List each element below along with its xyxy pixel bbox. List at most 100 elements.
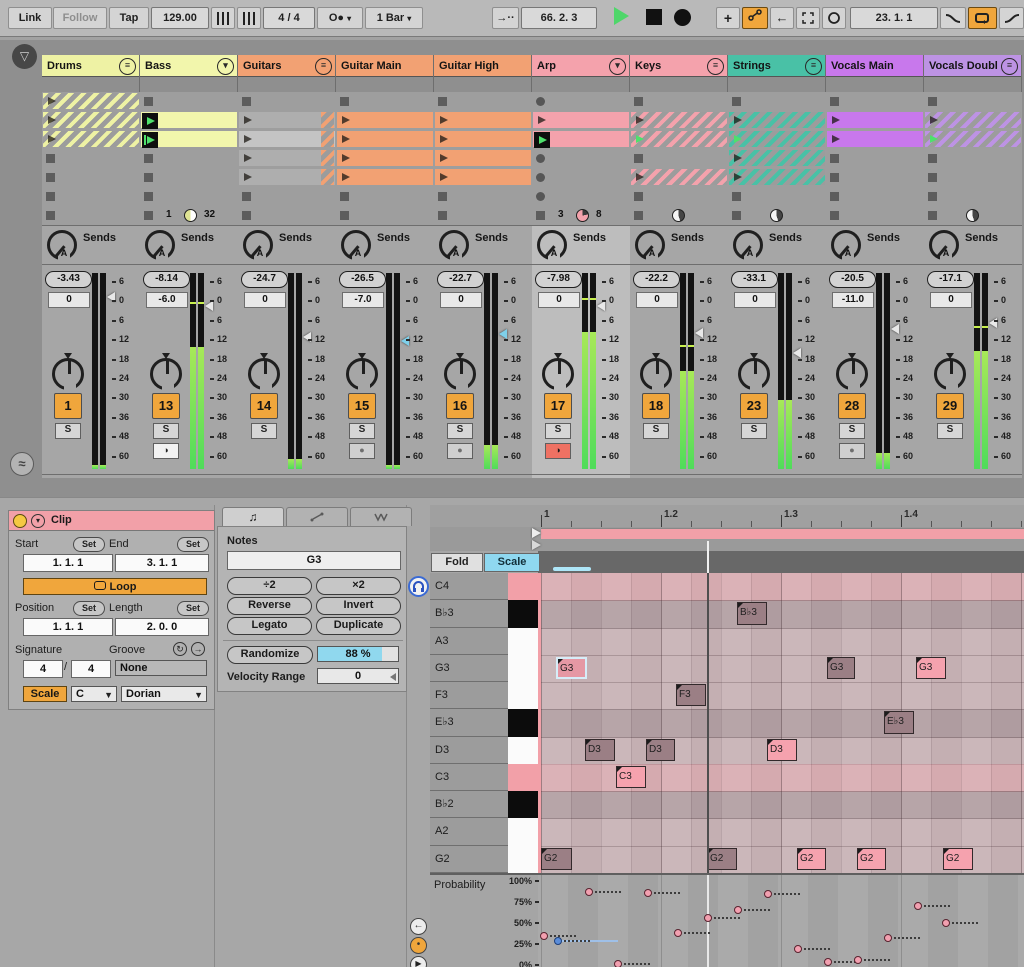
pan-value-field[interactable]: -7.0: [342, 292, 384, 308]
tempo-field[interactable]: 129.00: [151, 7, 209, 29]
loop-button[interactable]: [968, 7, 997, 29]
midi-note[interactable]: G2: [541, 848, 572, 870]
midi-note[interactable]: G3: [827, 657, 855, 679]
midi-note[interactable]: D3: [767, 739, 797, 761]
clip-slot[interactable]: [728, 206, 826, 226]
clip[interactable]: [925, 131, 1021, 147]
clip-slot[interactable]: [728, 111, 826, 131]
fold-button[interactable]: Fold: [431, 553, 483, 572]
clip-slot[interactable]: [42, 130, 140, 150]
piano-key[interactable]: [508, 682, 538, 710]
probability-plot[interactable]: [538, 875, 1024, 967]
clip-slot[interactable]: [42, 187, 140, 207]
pan-value-field[interactable]: -6.0: [146, 292, 188, 308]
midi-note[interactable]: G2: [707, 848, 737, 870]
clip-slot[interactable]: [826, 168, 924, 188]
groove-select[interactable]: None: [115, 660, 207, 676]
clip[interactable]: [533, 112, 629, 128]
punch-button[interactable]: [822, 7, 846, 29]
track-activate-button[interactable]: 28: [838, 393, 866, 419]
clip[interactable]: [337, 131, 433, 147]
double-time-button[interactable]: ×2: [316, 577, 401, 595]
halve-time-button[interactable]: ÷2: [227, 577, 312, 595]
follow-button[interactable]: Follow: [53, 7, 107, 29]
clip-slot[interactable]: [532, 92, 630, 112]
clip-slot[interactable]: [630, 149, 728, 169]
arm-button[interactable]: ●: [349, 443, 375, 459]
group-menu-icon[interactable]: ≡: [315, 58, 332, 75]
send-a-knob[interactable]: A: [439, 230, 469, 260]
fold-icon[interactable]: ▾: [217, 58, 234, 75]
probability-dot[interactable]: [644, 889, 652, 897]
volume-fader-handle[interactable]: [891, 324, 899, 334]
clip-slot[interactable]: [924, 206, 1022, 226]
tap-tempo-button[interactable]: Tap: [109, 7, 149, 29]
tab-expression[interactable]: [350, 507, 412, 526]
set-start-button[interactable]: Set: [73, 537, 105, 552]
pan-knob[interactable]: [346, 358, 378, 390]
volume-value-field[interactable]: -3.43: [45, 271, 92, 288]
track-header[interactable]: Guitar Main: [336, 55, 433, 77]
follow-arrow-button[interactable]: →··: [492, 7, 519, 29]
randomize-button[interactable]: Randomize: [227, 646, 313, 664]
volume-value-field[interactable]: -22.2: [633, 271, 680, 288]
clip[interactable]: [43, 131, 139, 147]
midi-note[interactable]: G3: [916, 657, 946, 679]
clip-slot[interactable]: [140, 111, 238, 131]
volume-fader-handle[interactable]: [499, 329, 507, 339]
clip-slot[interactable]: [434, 130, 532, 150]
clip-position-field[interactable]: 1. 1. 1: [23, 618, 113, 636]
clip[interactable]: [533, 131, 629, 147]
clip-panel-header[interactable]: ▾ Clip: [9, 511, 214, 531]
send-a-knob[interactable]: A: [341, 230, 371, 260]
nudge-down-button[interactable]: [211, 7, 235, 29]
send-a-knob[interactable]: A: [635, 230, 665, 260]
clip[interactable]: [435, 131, 531, 147]
probability-dot[interactable]: [764, 890, 772, 898]
clip[interactable]: [239, 150, 335, 166]
clip-slot[interactable]: [630, 168, 728, 188]
probability-dot[interactable]: [942, 919, 950, 927]
probability-dot[interactable]: [824, 958, 832, 966]
solo-button[interactable]: S: [545, 423, 571, 439]
track-activate-button[interactable]: 18: [642, 393, 670, 419]
send-a-knob[interactable]: A: [929, 230, 959, 260]
clip-slot[interactable]: [238, 92, 336, 112]
back-to-arrangement-button[interactable]: ←: [770, 7, 794, 29]
clip-slot[interactable]: [532, 111, 630, 131]
clip[interactable]: [729, 131, 825, 147]
clip-start-field[interactable]: 1. 1. 1: [23, 554, 113, 572]
track-header[interactable]: Arp▾: [532, 55, 629, 77]
probability-dot[interactable]: [540, 932, 548, 940]
probability-dot[interactable]: [794, 945, 802, 953]
clip-slot[interactable]: 132: [140, 206, 238, 226]
piano-key[interactable]: [508, 709, 538, 737]
clip-slot[interactable]: [826, 92, 924, 112]
clip[interactable]: [239, 112, 335, 128]
capture-frame-button[interactable]: [796, 7, 820, 29]
loop-toggle-button[interactable]: Loop: [23, 578, 207, 595]
clip-slot[interactable]: [140, 168, 238, 188]
clip[interactable]: [435, 150, 531, 166]
pitch-field[interactable]: G3: [227, 551, 401, 570]
arrangement-position-field[interactable]: 66. 2. 3: [521, 7, 597, 29]
probability-dot[interactable]: [554, 937, 562, 945]
send-a-knob[interactable]: A: [47, 230, 77, 260]
track-activate-button[interactable]: 16: [446, 393, 474, 419]
pan-value-field[interactable]: 0: [48, 292, 90, 308]
probability-dot[interactable]: [734, 906, 742, 914]
groove-commit-icon[interactable]: ↻: [173, 642, 187, 656]
volume-value-field[interactable]: -17.1: [927, 271, 974, 288]
piano-key[interactable]: [508, 846, 538, 874]
pan-value-field[interactable]: 0: [930, 292, 972, 308]
midi-note[interactable]: C3: [616, 766, 646, 788]
piano-key[interactable]: [508, 818, 538, 846]
loop-bar[interactable]: [430, 527, 1024, 539]
clip[interactable]: [827, 131, 923, 147]
set-position-button[interactable]: Set: [73, 601, 105, 616]
piano-key[interactable]: [508, 764, 538, 792]
clip-slot[interactable]: [42, 92, 140, 112]
clip[interactable]: [337, 150, 433, 166]
clip[interactable]: [43, 112, 139, 128]
pan-knob[interactable]: [934, 358, 966, 390]
